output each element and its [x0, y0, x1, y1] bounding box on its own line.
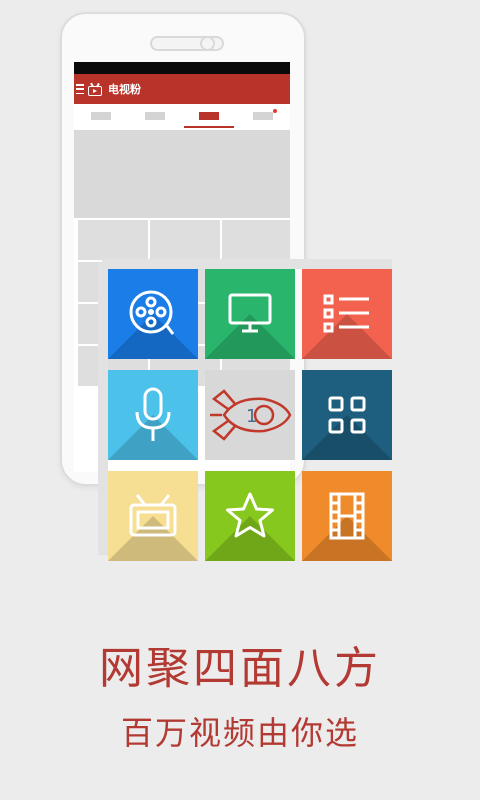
grid-icon	[328, 396, 366, 434]
favorite-tile[interactable]	[205, 471, 295, 561]
tv-logo-icon	[88, 82, 104, 96]
list-icon	[323, 294, 369, 333]
grid-cell	[78, 220, 148, 260]
rocket-icon: 1	[210, 389, 292, 441]
apps-tile[interactable]	[302, 370, 392, 460]
grid-cell	[222, 220, 290, 260]
grid-cell	[150, 220, 220, 260]
monitor-tile[interactable]	[205, 269, 295, 359]
star-icon	[226, 492, 274, 538]
camera-icon	[200, 36, 215, 51]
banner-placeholder	[74, 130, 290, 218]
headline: 网聚四面八方	[99, 643, 381, 694]
tab-bar	[74, 104, 290, 128]
menu-icon[interactable]	[76, 84, 84, 94]
film-strip-icon	[329, 492, 365, 540]
list-tile[interactable]	[302, 269, 392, 359]
rocket-tile[interactable]: 1	[205, 370, 295, 460]
rocket-number: 1	[246, 406, 257, 427]
microphone-icon	[135, 387, 171, 441]
tv-icon	[129, 494, 177, 537]
feature-tiles: 1	[98, 259, 392, 561]
tab-indicator	[184, 126, 234, 128]
movie-tile[interactable]	[302, 471, 392, 561]
subline: 百万视频由你选	[120, 714, 359, 752]
video-reel-tile[interactable]	[108, 269, 198, 359]
tab-1[interactable]	[91, 112, 111, 120]
cube-side	[98, 263, 108, 555]
voice-tile[interactable]	[108, 370, 198, 460]
app-title: 电视粉	[108, 83, 141, 96]
notification-dot	[273, 109, 277, 113]
tab-2[interactable]	[145, 112, 165, 120]
tv-tile[interactable]	[108, 471, 198, 561]
film-reel-icon	[129, 290, 175, 335]
app-bar: 电视粉	[74, 74, 290, 104]
tab-4[interactable]	[253, 109, 277, 120]
status-bar	[74, 62, 290, 74]
cube-top	[102, 259, 392, 269]
tab-3[interactable]	[199, 112, 219, 120]
monitor-icon	[228, 293, 272, 333]
